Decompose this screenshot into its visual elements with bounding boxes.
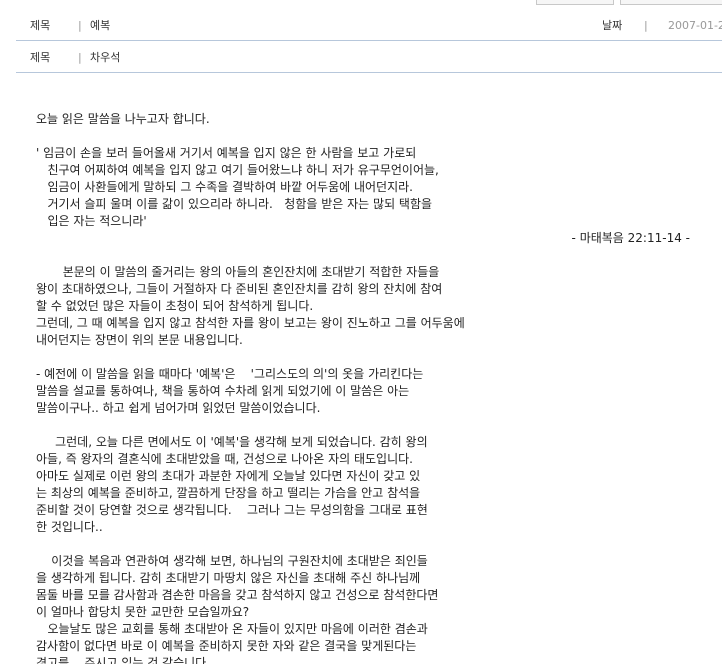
- paragraph-line: 을 생각하게 됩니다. 감히 초대받기 마땅치 않은 자신을 초대해 주신 하나…: [36, 571, 421, 585]
- paragraph-line: 내어던지는 장면이 위의 본문 내용입니다.: [36, 333, 243, 347]
- author-label: 제목: [30, 51, 51, 64]
- scripture-quote: ' 임금이 손을 보러 들어올새 거기서 예복을 입지 않은 한 사람을 보고 …: [36, 145, 696, 230]
- paragraph-line: 이것을 복음과 연관하여 생각해 보면, 하나님의 구원잔치에 초대받은 죄인들: [36, 554, 428, 568]
- subject-value: 예복: [90, 19, 111, 32]
- paragraph-line: 그런데, 오늘 다른 면에서도 이 '예복'을 생각해 보게 되었습니다. 감히…: [36, 435, 428, 449]
- paragraph-line: 한 것입니다..: [36, 520, 103, 534]
- paragraph-line: 할 수 없었던 많은 자들이 초청이 되어 참석하게 됩니다.: [36, 299, 314, 313]
- paragraph-line: 이 얼마나 합당치 못한 교만한 모습일까요?: [36, 605, 250, 619]
- quote-line: 친구여 어찌하여 예복을 입지 않고 여기 들어왔느냐 하니 저가 유구무언이어…: [36, 163, 439, 177]
- quote-line: ' 임금이 손을 보러 들어올새 거기서 예복을 입지 않은 한 사람을 보고 …: [36, 146, 417, 160]
- subject-separator: |: [78, 19, 82, 32]
- quote-line: 거기서 슬피 울며 이를 갊이 있으리라 하니라. 청함을 받은 자는 많되 택…: [36, 197, 433, 211]
- toolbar-button-stub[interactable]: [536, 0, 614, 5]
- paragraph-line: 오늘날도 많은 교회를 통해 초대받아 온 자들이 있지만 마음에 이러한 겸손…: [36, 622, 428, 636]
- date-label: 날짜: [602, 19, 623, 32]
- scripture-source: - 마태복음 22:11-14 -: [571, 231, 690, 245]
- paragraph-line: 말씀이구나.. 하고 쉽게 넘어가며 읽었던 말씀이었습니다.: [36, 401, 321, 415]
- paragraph-line: - 예전에 이 말씀을 읽을 때마다 '예복'은 '그리스도의 의'의 옷을 가…: [36, 367, 424, 381]
- paragraph-line: 그런데, 그 때 예복을 입지 않고 참석한 자를 왕이 보고는 왕이 진노하고…: [36, 316, 465, 330]
- paragraph-line: 는 최상의 예복을 준비하고, 깔끔하게 단장을 하고 떨리는 가슴을 안고 참…: [36, 486, 421, 500]
- paragraph-4: 이것을 복음과 연관하여 생각해 보면, 하나님의 구원잔치에 초대받은 죄인들…: [36, 553, 696, 664]
- toolbar-button-stub[interactable]: [620, 0, 722, 5]
- author-row: 제목 | 차우석: [16, 44, 722, 73]
- quote-line: 임금이 사환들에게 말하되 그 수족을 결박하여 바깥 어두움에 내어던지라.: [36, 180, 413, 194]
- paragraph-1: 본문의 이 말씀의 줄거리는 왕의 아들의 혼인잔치에 초대받기 적합한 자들을…: [36, 264, 696, 349]
- paragraph-line: 아들, 즉 왕자의 결혼식에 초대받았을 때, 건성으로 나아온 자의 태도입니…: [36, 452, 413, 466]
- quote-line: 입은 자는 적으니라': [36, 214, 147, 228]
- post-view: 제목 | 예복 날짜 | 2007-01-22 제목 | 차우석 오늘 읽은 말…: [0, 0, 722, 664]
- paragraph-line: 몸둘 바를 모를 감사함과 겸손한 마음을 갖고 참석하지 않고 건성으로 참석…: [36, 588, 439, 602]
- paragraph-line: 왕이 초대하였으나, 그들이 거절하자 다 준비된 혼인잔치를 감히 왕의 잔치…: [36, 282, 443, 296]
- date-separator: |: [644, 19, 648, 32]
- paragraph-line: 본문의 이 말씀의 줄거리는 왕의 아들의 혼인잔치에 초대받기 적합한 자들을: [36, 265, 440, 279]
- paragraph-2: - 예전에 이 말씀을 읽을 때마다 '예복'은 '그리스도의 의'의 옷을 가…: [36, 366, 696, 417]
- paragraph-line: 준비할 것이 당연할 것으로 생각됩니다. 그러나 그는 무성의함을 그대로 표…: [36, 503, 428, 517]
- subject-row: 제목 | 예복 날짜 | 2007-01-22: [16, 12, 722, 41]
- subject-label: 제목: [30, 19, 51, 32]
- intro-line: 오늘 읽은 말씀을 나누고자 합니다.: [36, 112, 210, 126]
- author-value: 차우석: [90, 51, 121, 64]
- paragraph-line: 말씀을 설교를 통하여나, 책을 통하여 수차례 읽게 되었기에 이 말씀은 아…: [36, 384, 410, 398]
- paragraph-line: 아마도 실제로 이런 왕의 초대가 과분한 자에게 오늘날 있다면 자신이 갖고…: [36, 469, 421, 483]
- paragraph-3: 그런데, 오늘 다른 면에서도 이 '예복'을 생각해 보게 되었습니다. 감히…: [36, 434, 696, 536]
- paragraph-line: 감사함이 없다면 바로 이 예복을 준비하지 못한 자와 같은 결국을 맞게된다…: [36, 639, 417, 653]
- post-body: 오늘 읽은 말씀을 나누고자 합니다. ' 임금이 손을 보러 들어올새 거기서…: [36, 111, 696, 664]
- paragraph-line: 경고를 주시고 있는 것 같습니다.: [36, 656, 211, 664]
- date-value: 2007-01-22: [668, 19, 722, 32]
- author-separator: |: [78, 51, 82, 64]
